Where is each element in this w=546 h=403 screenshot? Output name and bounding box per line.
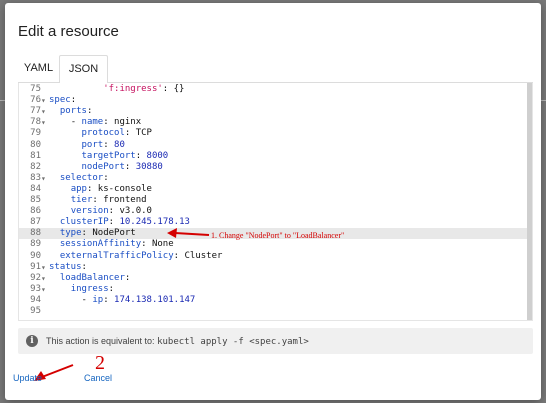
info-icon: i [26,335,38,347]
line-number: 89 [30,239,41,250]
code-line[interactable]: 76 ▾ spec: [19,95,527,106]
fold-toggle-icon[interactable]: ▾ [41,284,49,295]
line-number: 86 [30,206,41,217]
code-text: nodePort: 30880 [81,161,163,172]
line-number: 93 [30,283,41,294]
code-text: status: [49,261,87,272]
code-text: version: v3.0.0 [70,206,152,217]
line-number: 94 [30,294,41,305]
code-text: loadBalancer: [59,272,131,283]
code-line[interactable]: 78 ▾ - name: nginx [19,117,527,128]
annotation-step1: 1. Change "NodePort" to "LoadBalancer" [211,231,345,240]
code-line[interactable]: 91 ▾ status: [19,262,527,273]
code-text: protocol: TCP [81,128,152,139]
fold-toggle-icon[interactable]: ▾ [41,106,49,117]
code-text: type: NodePort [59,228,136,239]
code-text: spec: [49,95,77,106]
line-number: 78 [30,117,41,128]
info-text: This action is equivalent to: kubectl ap… [46,336,309,347]
code-text: tier: frontend [70,195,147,205]
code-text: - ip: 174.138.101.147 [81,294,196,305]
code-text: 'f:ingress': {} [103,84,185,94]
line-number: 83 [30,172,41,183]
code-line[interactable]: 94 - ip: 174.138.101.147 [19,295,527,306]
backdrop-divider [541,100,546,101]
line-number: 85 [30,195,41,205]
code-line[interactable]: 86 version: v3.0.0 [19,206,527,217]
annotation-step2: 2 [95,352,105,374]
code-text: externalTrafficPolicy: Cluster [59,250,223,261]
annotation-arrow-icon [167,228,210,238]
code-line[interactable]: 82 nodePort: 30880 [19,162,527,173]
line-number: 81 [30,150,41,161]
code-text: clusterIP: 10.245.178.13 [59,217,190,228]
line-number: 90 [30,250,41,261]
code-text: ingress: [70,283,115,294]
code-text: ports: [59,106,93,117]
code-line[interactable]: 83 ▾ selector: [19,173,527,184]
code-line[interactable]: 85 tier: frontend [19,195,527,206]
code-line[interactable]: 79 protocol: TCP [19,128,527,139]
code-text: app: ks-console [70,183,152,194]
code-line[interactable]: 93 ▾ ingress: [19,284,527,295]
line-number: 88 [30,228,41,239]
dialog-title: Edit a resource [18,23,119,40]
line-number: 79 [30,128,41,139]
edit-resource-dialog: Edit a resource YAML JSON 75 'f:ingress'… [5,3,541,400]
editor-scrollbar[interactable] [527,83,532,320]
format-tabs: YAML JSON [18,55,533,84]
line-number: 84 [30,183,41,194]
code-line[interactable]: 80 port: 80 [19,140,527,151]
fold-toggle-icon[interactable]: ▾ [41,173,49,184]
code-editor[interactable]: 75 'f:ingress': {} 76 ▾ spec: 77 ▾ ports: 78 ▾ … [18,83,533,321]
fold-toggle-icon[interactable]: ▾ [41,95,49,106]
code-line[interactable]: 90 externalTrafficPolicy: Cluster [19,251,527,262]
code-line[interactable]: 89 sessionAffinity: None [19,239,527,250]
code-text: targetPort: 8000 [81,150,169,161]
code-text: - name: nginx [70,117,142,128]
fold-toggle-icon[interactable]: ▾ [41,262,49,273]
cancel-button[interactable]: Cancel [84,373,112,383]
line-number: 92 [30,272,41,283]
fold-toggle-icon[interactable]: ▾ [41,273,49,284]
info-command: kubectl apply -f <spec.yaml> [157,337,309,347]
code-line[interactable]: 87 clusterIP: 10.245.178.13 [19,217,527,228]
line-number: 80 [30,139,41,150]
line-number: 77 [30,106,41,117]
code-line[interactable]: 77 ▾ ports: [19,106,527,117]
code-line[interactable]: 95 [19,306,527,317]
editor-scrollbar-thumb[interactable] [527,83,532,320]
code-text: sessionAffinity: None [59,239,174,250]
fold-toggle-icon[interactable]: ▾ [41,117,49,128]
code-line[interactable]: 84 app: ks-console [19,184,527,195]
line-number: 75 [30,84,41,94]
tab-json[interactable]: JSON [59,55,108,84]
code-line[interactable]: 92 ▾ loadBalancer: [19,273,527,284]
code-text: port: 80 [81,139,125,150]
info-banner: i This action is equivalent to: kubectl … [18,328,533,354]
line-number: 95 [30,306,41,316]
update-button[interactable]: Update [13,373,42,383]
line-number: 82 [30,161,41,172]
tab-yaml[interactable]: YAML [18,55,59,83]
line-number: 76 [30,95,41,106]
info-label: This action is equivalent to: [46,336,155,346]
line-number: 91 [30,261,41,272]
code-line[interactable]: 75 'f:ingress': {} [19,84,527,95]
code-line[interactable]: 81 targetPort: 8000 [19,151,527,162]
line-number: 87 [30,217,41,228]
code-text: selector: [59,172,109,183]
